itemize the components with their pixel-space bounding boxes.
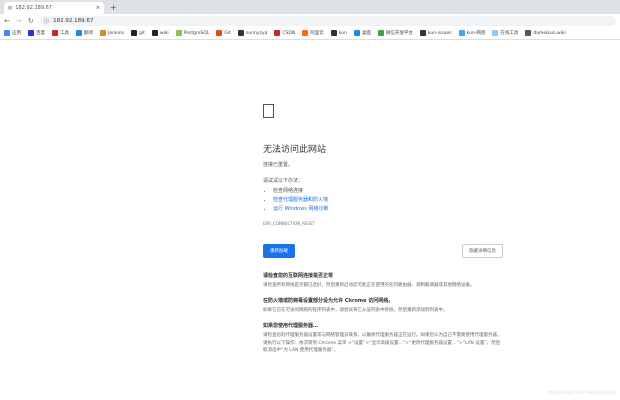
- sad-page-icon: [263, 104, 274, 118]
- bookmark-icon: [419, 30, 426, 36]
- bookmark-icon: [302, 30, 309, 36]
- bookmark-icon: [377, 30, 384, 36]
- bookmark-icon: [131, 30, 138, 36]
- bookmark-item[interactable]: 桌面: [353, 30, 371, 36]
- tab-strip: ◎ 182.92.189.67 × +: [0, 0, 620, 14]
- info-icon[interactable]: ⓘ: [44, 17, 50, 25]
- bookmark-item[interactable]: 工具: [52, 30, 69, 36]
- bookmark-icon: [492, 30, 499, 36]
- bookmark-label: 应用: [12, 31, 21, 36]
- bookmark-label: 桌面: [361, 31, 371, 36]
- bookmark-item[interactable]: git: [131, 30, 145, 36]
- new-tab-button[interactable]: +: [110, 2, 117, 14]
- error-title: 无法访问此网站: [263, 145, 327, 155]
- error-code: ERR_CONNECTION_RESET: [263, 221, 315, 226]
- toolbar: ← → ↻ ⓘ 182.92.189.67: [0, 14, 620, 27]
- suggestion-item[interactable]: 运行 Windows 网络诊断: [273, 205, 503, 212]
- bookmark-icon: [151, 30, 158, 36]
- forward-icon[interactable]: →: [16, 17, 22, 25]
- bookmark-label: 百度: [36, 31, 45, 36]
- bookmark-icon: [4, 30, 10, 36]
- details-body: 请检查您的代理服务器设置或与网络管理员联系，以确保代理服务器正在运行。如果您认为…: [263, 333, 502, 353]
- bookmark-label: 阿里云: [310, 31, 324, 36]
- bookmark-icon: [76, 30, 82, 36]
- details-body: 请检查所有网线是否都已连好，然后重新启动您可能正在使用的任何路由器、调制解调器或…: [263, 283, 475, 288]
- bookmark-label: dameikun.wiki: [533, 30, 566, 36]
- bookmark-icon: [52, 30, 58, 36]
- bookmark-icon: [525, 30, 532, 36]
- bookmark-label: PostgreSQL: [183, 30, 210, 36]
- error-page: 无法访问此网站 连接已重置。 请试试以下办法： 检查网络连接 检查代理服务器和防…: [263, 104, 503, 362]
- bookmark-label: git: [139, 30, 145, 36]
- browser-tab[interactable]: ◎ 182.92.189.67 ×: [4, 2, 104, 14]
- close-tab-icon[interactable]: ×: [96, 5, 100, 11]
- bookmark-label: CSDN: [282, 30, 296, 36]
- bookmark-item[interactable]: sunnyzyq: [237, 30, 268, 36]
- bookmark-icon: [100, 30, 106, 36]
- error-subtitle: 连接已重置。: [263, 162, 294, 168]
- details-section: 请检查您的互联网连接是否正常 请检查所有网线是否都已连好，然后重新启动您可能正在…: [263, 272, 503, 354]
- reload-button[interactable]: 重新加载: [263, 244, 295, 258]
- address-bar[interactable]: ⓘ 182.92.189.67: [39, 15, 616, 26]
- bookmark-label: sunnyzyq: [245, 30, 268, 36]
- details-body: 如果它已在可访问网络的程序列表中，请尝试将它从该列表中移除，然后重新添加到列表中…: [263, 308, 448, 314]
- bookmark-item[interactable]: kun: [330, 30, 347, 36]
- bookmark-label: kun-issues: [427, 30, 452, 36]
- bookmark-label: wiki: [159, 30, 169, 36]
- watermark: https://blog.csdn.net/sunnyzyq: [546, 391, 616, 396]
- bookmark-item[interactable]: Git: [216, 30, 231, 36]
- details-button[interactable]: 隐藏详细信息: [462, 244, 503, 258]
- bookmark-item[interactable]: dameikun.wiki: [525, 30, 566, 36]
- bookmark-item[interactable]: PostgreSQL: [175, 30, 210, 36]
- bookmark-icon: [458, 30, 465, 36]
- suggestion-link[interactable]: 检查代理服务器和防火墙: [273, 197, 328, 203]
- bookmark-label: 工具: [60, 31, 69, 36]
- bookmark-label: kun: [338, 30, 347, 36]
- details-heading: 请检查您的互联网连接是否正常: [263, 273, 334, 279]
- globe-icon: ◎: [8, 5, 13, 11]
- bookmark-label: 在线工具: [500, 31, 519, 36]
- bookmark-item[interactable]: 微信开放平台: [377, 30, 413, 36]
- bookmark-icon: [216, 30, 223, 36]
- bookmark-item[interactable]: 在线工具: [492, 30, 518, 36]
- suggestion-item: 检查网络连接: [273, 187, 503, 194]
- suggestion-item[interactable]: 检查代理服务器和防火墙: [273, 196, 503, 203]
- url-text: 182.92.189.67: [53, 17, 94, 24]
- bookmark-item[interactable]: 应用: [4, 30, 21, 36]
- bookmark-icon: [353, 30, 360, 36]
- bookmark-item[interactable]: 翻译: [76, 30, 93, 36]
- bookmark-item[interactable]: Jenkins: [100, 30, 124, 36]
- bookmark-label: kun-网盘: [466, 31, 486, 36]
- bookmark-icon: [28, 30, 34, 36]
- bookmark-icon: [237, 30, 244, 36]
- reload-icon[interactable]: ↻: [28, 17, 34, 25]
- bookmark-item[interactable]: 百度: [28, 30, 45, 36]
- bookmark-label: 翻译: [84, 31, 93, 36]
- bookmark-item[interactable]: wiki: [151, 30, 169, 36]
- details-heading: 如果您使用代理服务器…: [263, 323, 319, 330]
- bookmark-item[interactable]: 阿里云: [302, 30, 324, 36]
- bookmark-icon: [274, 30, 281, 36]
- bookmark-label: Jenkins: [108, 30, 125, 36]
- details-heading: 在防火墙或防病毒设置部分设为允许 Chrome 访问网络。: [263, 298, 394, 305]
- bookmark-item[interactable]: kun-网盘: [458, 30, 486, 36]
- bookmark-label: Git: [224, 30, 231, 36]
- bookmark-icon: [330, 30, 337, 36]
- try-label: 请试试以下办法：: [263, 178, 304, 184]
- bookmarks-bar: 应用 百度 工具 翻译 Jenkins git wiki PostgreSQL Git sunny…: [0, 27, 620, 40]
- suggestion-link[interactable]: 运行 Windows 网络诊断: [273, 206, 329, 212]
- suggestion-list: 检查网络连接 检查代理服务器和防火墙 运行 Windows 网络诊断: [273, 187, 503, 212]
- bookmark-icon: [175, 30, 182, 36]
- bookmark-item[interactable]: CSDN: [274, 30, 295, 36]
- bookmark-label: 微信开放平台: [385, 31, 413, 36]
- back-icon[interactable]: ←: [4, 17, 10, 25]
- bookmark-item[interactable]: kun-issues: [419, 30, 452, 36]
- tab-title: 182.92.189.67: [15, 5, 52, 11]
